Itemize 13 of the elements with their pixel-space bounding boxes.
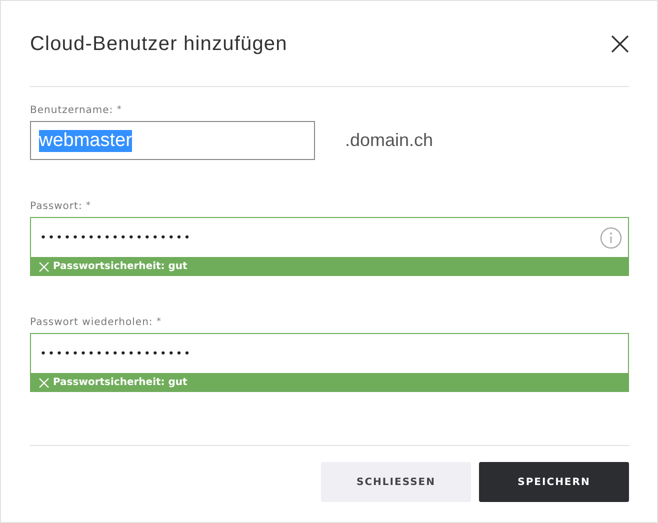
- close-icon: [611, 35, 629, 53]
- dialog-title: Cloud-Benutzer hinzufügen: [30, 32, 288, 56]
- domain-suffix: .domain.ch: [345, 130, 434, 151]
- cross-icon: [39, 262, 49, 272]
- field-label: Passwort wiederholen: *: [30, 317, 162, 330]
- close-dialog-button[interactable]: SCHLIESSEN: [321, 462, 471, 502]
- strength-text: Passwortsicherheit: gut: [53, 261, 188, 272]
- close-button[interactable]: [611, 35, 629, 53]
- field-label: Benutzername: *: [30, 105, 123, 118]
- cross-icon: [39, 378, 49, 388]
- field-label: Passwort: *: [30, 201, 92, 214]
- strength-text: Passwortsicherheit: gut: [53, 377, 188, 388]
- save-button[interactable]: SPEICHERN: [479, 462, 629, 502]
